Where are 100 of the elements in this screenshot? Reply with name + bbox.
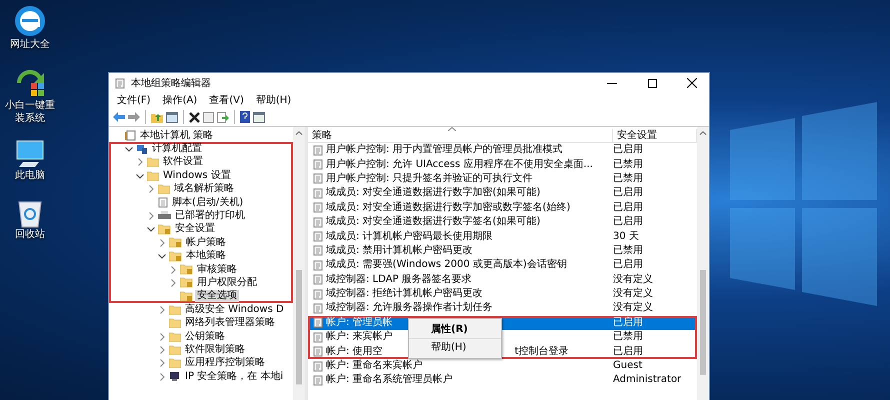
document-icon [313, 144, 323, 156]
menu-item[interactable]: 文件(F) [117, 94, 151, 107]
tree-item[interactable]: 应用程序控制策略 [183, 357, 267, 370]
tree-item[interactable]: 安全选项 [195, 290, 239, 302]
menu-item[interactable]: 查看(V) [209, 94, 244, 107]
context-menu-item[interactable]: 属性(R) [409, 321, 501, 339]
chevron-icon[interactable] [158, 252, 166, 260]
policy-row[interactable]: 域成员: 对安全通道数据进行数字加密(如果可能) 已启用 [308, 186, 697, 201]
tree-row[interactable]: 软件限制策略 [109, 343, 293, 357]
document-icon [125, 130, 136, 142]
desktop-icon-label[interactable]: 回收站 [4, 228, 56, 241]
tree-row[interactable]: 本地计算机 策略 [109, 129, 293, 142]
tree-row[interactable]: 公钥策略 [109, 330, 293, 344]
policy-setting: 已禁用 [613, 244, 644, 257]
policy-row[interactable]: 域成员: 对安全通道数据进行数字加密或数字签名(始终) 已启用 [308, 200, 697, 215]
policy-name: 域成员: 对安全通道数据进行数字签名(如果可能) [326, 216, 540, 228]
chevron-icon[interactable] [147, 225, 155, 234]
policy-row[interactable]: 域控制器: 拒绝计算机帐户密码更改 没有定义 [308, 286, 697, 302]
locked-folder-icon [180, 264, 193, 276]
tree-item[interactable]: 软件设置 [161, 156, 205, 168]
tree-item[interactable]: 网络列表管理器策略 [183, 317, 277, 330]
minimize-icon[interactable] [607, 82, 617, 84]
policy-row[interactable]: 用户帐户控制: 只提升签名并验证的可执行文件 已禁用 [308, 172, 697, 186]
back-arrow-icon[interactable] [113, 112, 125, 122]
help-icon[interactable] [240, 111, 250, 123]
column-header[interactable]: 策略 [308, 129, 613, 142]
delete-icon[interactable] [189, 112, 200, 122]
locked-folder-icon [158, 224, 171, 235]
tree-item[interactable]: 已部署的打印机 [173, 210, 247, 222]
tree-item[interactable]: 用户权限分配 [195, 276, 259, 289]
chevron-icon[interactable] [136, 172, 144, 180]
tree-row[interactable]: 计算机配置 [109, 142, 293, 156]
policy-row[interactable]: 帐户: 重命名来宾帐户 Guest [308, 358, 697, 374]
policy-row[interactable]: 域控制器: LDAP 服务器签名要求 没有定义 [308, 272, 697, 287]
tree-toggle-icon[interactable] [166, 112, 178, 122]
desktop-icon-label[interactable]: 网址大全 [4, 38, 56, 51]
tree-row[interactable]: 应用程序控制策略 [109, 356, 293, 370]
policy-setting: 已禁用 [613, 331, 644, 344]
tree-item[interactable]: 帐户策略 [184, 236, 228, 249]
tree-item[interactable]: 安全设置 [173, 223, 217, 236]
policy-name: 帐户: 管理员帐 [326, 316, 393, 329]
tree-item[interactable]: 本地策略 [184, 250, 228, 262]
tree-item[interactable]: 域名解析策略 [172, 183, 236, 196]
document-icon [313, 332, 323, 343]
export-icon[interactable] [217, 112, 229, 122]
folder-icon [169, 304, 181, 315]
menu-item[interactable]: 帮助(H) [256, 94, 292, 107]
desktop-icon-label[interactable]: 此电脑 [4, 169, 56, 182]
tree-row[interactable]: 网络列表管理器策略 [109, 316, 293, 330]
tree-item[interactable]: Windows 设置 [161, 170, 233, 182]
scrollbar-drawing[interactable] [697, 127, 709, 400]
chevron-icon[interactable] [125, 145, 133, 154]
tree-row[interactable]: 高级安全 Windows D [109, 303, 293, 316]
tree-row[interactable]: IP 安全策略，在 本地i [109, 370, 293, 384]
policy-name: 用户帐户控制: 只提升签名并验证的可执行文件 [326, 172, 533, 185]
policy-name: 域成员: 禁用计算机帐户密码更改 [326, 244, 473, 257]
menu-item[interactable]: 操作(A) [162, 94, 198, 107]
locked-folder-icon [169, 237, 182, 248]
tree-item[interactable]: 软件限制策略 [183, 344, 247, 356]
policy-setting: 已禁用 [613, 172, 644, 185]
policy-name: 域控制器: 允许服务器操作者计划任务 [326, 302, 493, 314]
policy-name: 域控制器: LDAP 服务器签名要求 [326, 274, 472, 286]
maximize-icon[interactable] [648, 78, 656, 88]
document-icon [115, 78, 125, 88]
policy-setting: 没有定义 [613, 302, 654, 314]
up-folder-icon[interactable] [151, 112, 163, 122]
tree-item[interactable]: IP 安全策略，在 本地i [183, 370, 286, 383]
policy-row[interactable]: 用户帐户控制: 允许 UIAccess 应用程序在不使用安全桌面... 已禁用 [308, 157, 697, 172]
policy-row[interactable]: 域成员: 禁用计算机帐户密码更改 已禁用 [308, 244, 697, 258]
desktop-icon-label[interactable]: 小白一键重装系统 [4, 99, 56, 125]
policy-row[interactable]: 域控制器: 允许服务器操作者计划任务 没有定义 [308, 301, 697, 316]
document-icon [313, 188, 323, 199]
policy-row[interactable]: 域成员: 对安全通道数据进行数字签名(如果可能) 已启用 [308, 214, 697, 230]
policy-row[interactable]: 域成员: 计算机帐户密码最长使用期限 30 天 [308, 229, 697, 244]
tree-row[interactable]: 安全选项 [109, 290, 293, 304]
document-icon [313, 216, 323, 228]
policy-row[interactable]: 帐户: 重命名系统管理员帐户 Administrator [308, 373, 697, 388]
tree-item[interactable]: 公钥策略 [183, 330, 227, 343]
tree-item[interactable]: 本地计算机 策略 [138, 130, 216, 142]
document-icon [313, 346, 323, 358]
locked-folder-icon [180, 277, 193, 288]
forward-arrow-icon[interactable] [128, 112, 140, 122]
document-icon [313, 317, 323, 328]
tree-item[interactable]: 脚本(启动/关机) [170, 196, 246, 209]
scrollbar-drawing[interactable] [293, 127, 305, 400]
folder-icon [158, 184, 170, 194]
policy-name: t控制台登录 [514, 346, 568, 358]
tree-item[interactable]: 高级安全 Windows D [183, 304, 286, 316]
policy-name: 域成员: 对安全通道数据进行数字加密(如果可能) [326, 187, 540, 200]
close-icon[interactable] [687, 78, 697, 88]
policy-row[interactable]: 域成员: 需要强(Windows 2000 或更高版本)会话密钥 已启用 [308, 258, 697, 273]
policy-row[interactable]: 用户帐户控制: 用于内置管理员帐户的管理员批准模式 已启用 [308, 143, 697, 158]
tree-item[interactable]: 审核策略 [195, 264, 239, 276]
document-icon [313, 245, 323, 256]
tree-item[interactable]: 计算机配置 [150, 143, 204, 156]
folder-icon [169, 332, 181, 342]
folder-icon [169, 344, 181, 355]
policy-setting: 已启用 [613, 259, 644, 272]
document-icon [313, 231, 323, 242]
window-pane-icon[interactable] [253, 112, 265, 122]
